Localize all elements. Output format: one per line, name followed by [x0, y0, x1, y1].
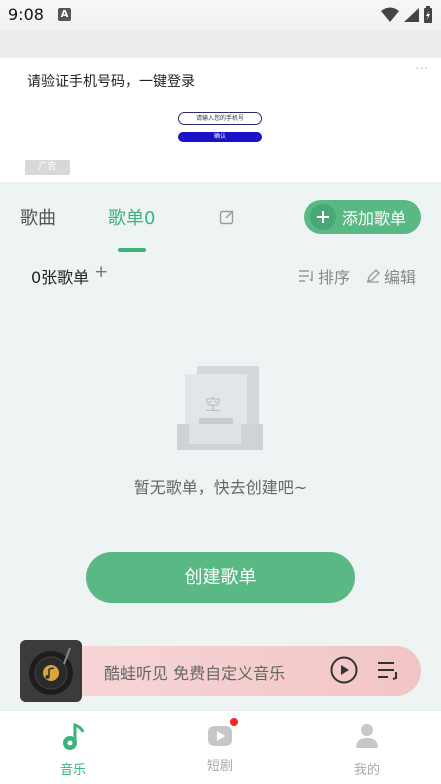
video-icon-wrap [205, 717, 239, 751]
a-notification-icon: A [58, 8, 71, 21]
status-time: 9:08 [8, 5, 44, 24]
ad-badge: 广告 [25, 160, 70, 175]
playlist-count: 0张歌单 [31, 268, 90, 287]
ad-phone-field: 请输入您的手机号 [178, 112, 262, 125]
signal-icon [404, 8, 419, 22]
person-icon [356, 724, 378, 748]
ad-preview-image: 请输入您的手机号 确认 [176, 102, 266, 154]
nav-mine-label: 我的 [353, 763, 380, 778]
nav-mine[interactable]: 我的 [337, 721, 397, 778]
notification-badge [229, 717, 239, 727]
edit-button[interactable]: 编辑 [366, 264, 416, 288]
nav-music-label: 音乐 [59, 763, 86, 778]
plus-icon [310, 204, 336, 230]
tab-active-indicator [118, 248, 146, 252]
add-plus-icon[interactable]: + [94, 262, 108, 282]
main-content: 歌曲 歌单0 添加歌单 0张歌单 + 排序 编辑 空 暂无歌单，快去创建吧~ 创… [0, 182, 441, 710]
nav-music[interactable]: 音乐 [43, 721, 103, 778]
empty-box-illustration: 空 [177, 366, 263, 450]
ad-confirm-button: 确认 [178, 132, 262, 142]
tab-bar: 歌曲 歌单0 添加歌单 [0, 200, 441, 252]
top-spacer [0, 30, 441, 58]
ad-title: 请验证手机号码，一键登录 [27, 74, 195, 90]
edit-square-icon[interactable] [219, 209, 235, 225]
sort-icon [299, 270, 313, 282]
sort-button[interactable]: 排序 [298, 264, 350, 288]
tab-songs[interactable]: 歌曲 [20, 204, 56, 230]
music-note-icon [63, 722, 85, 750]
ad-banner[interactable]: 请验证手机号码，一键登录 ··· 请输入您的手机号 确认 广告 [0, 58, 441, 182]
playlist-icon[interactable] [376, 658, 400, 682]
battery-icon [424, 6, 432, 23]
sort-label: 排序 [318, 268, 351, 287]
pencil-icon [367, 269, 380, 283]
empty-char: 空 [205, 395, 221, 414]
bottom-nav: 音乐 短剧 我的 [0, 710, 441, 784]
wifi-icon [381, 7, 399, 22]
add-playlist-button[interactable]: 添加歌单 [304, 200, 421, 234]
player-title: 酷蛙听见 免费自定义音乐 [104, 664, 286, 683]
playlist-header: 0张歌单 + 排序 编辑 [0, 262, 441, 288]
status-bar: 9:08 A [0, 0, 441, 30]
status-icons [381, 6, 433, 24]
play-icon[interactable] [330, 656, 358, 684]
create-playlist-button[interactable]: 创建歌单 [86, 552, 355, 603]
edit-label: 编辑 [384, 268, 417, 287]
add-playlist-label: 添加歌单 [342, 209, 407, 228]
nav-drama-label: 短剧 [206, 759, 233, 774]
nav-drama[interactable]: 短剧 [190, 717, 250, 774]
album-cover-icon[interactable] [20, 640, 82, 702]
empty-message: 暂无歌单，快去创建吧~ [133, 478, 308, 497]
ad-more-icon[interactable]: ··· [416, 62, 430, 75]
tab-playlists[interactable]: 歌单0 [108, 204, 155, 230]
mini-player[interactable]: 酷蛙听见 免费自定义音乐 [20, 640, 421, 702]
